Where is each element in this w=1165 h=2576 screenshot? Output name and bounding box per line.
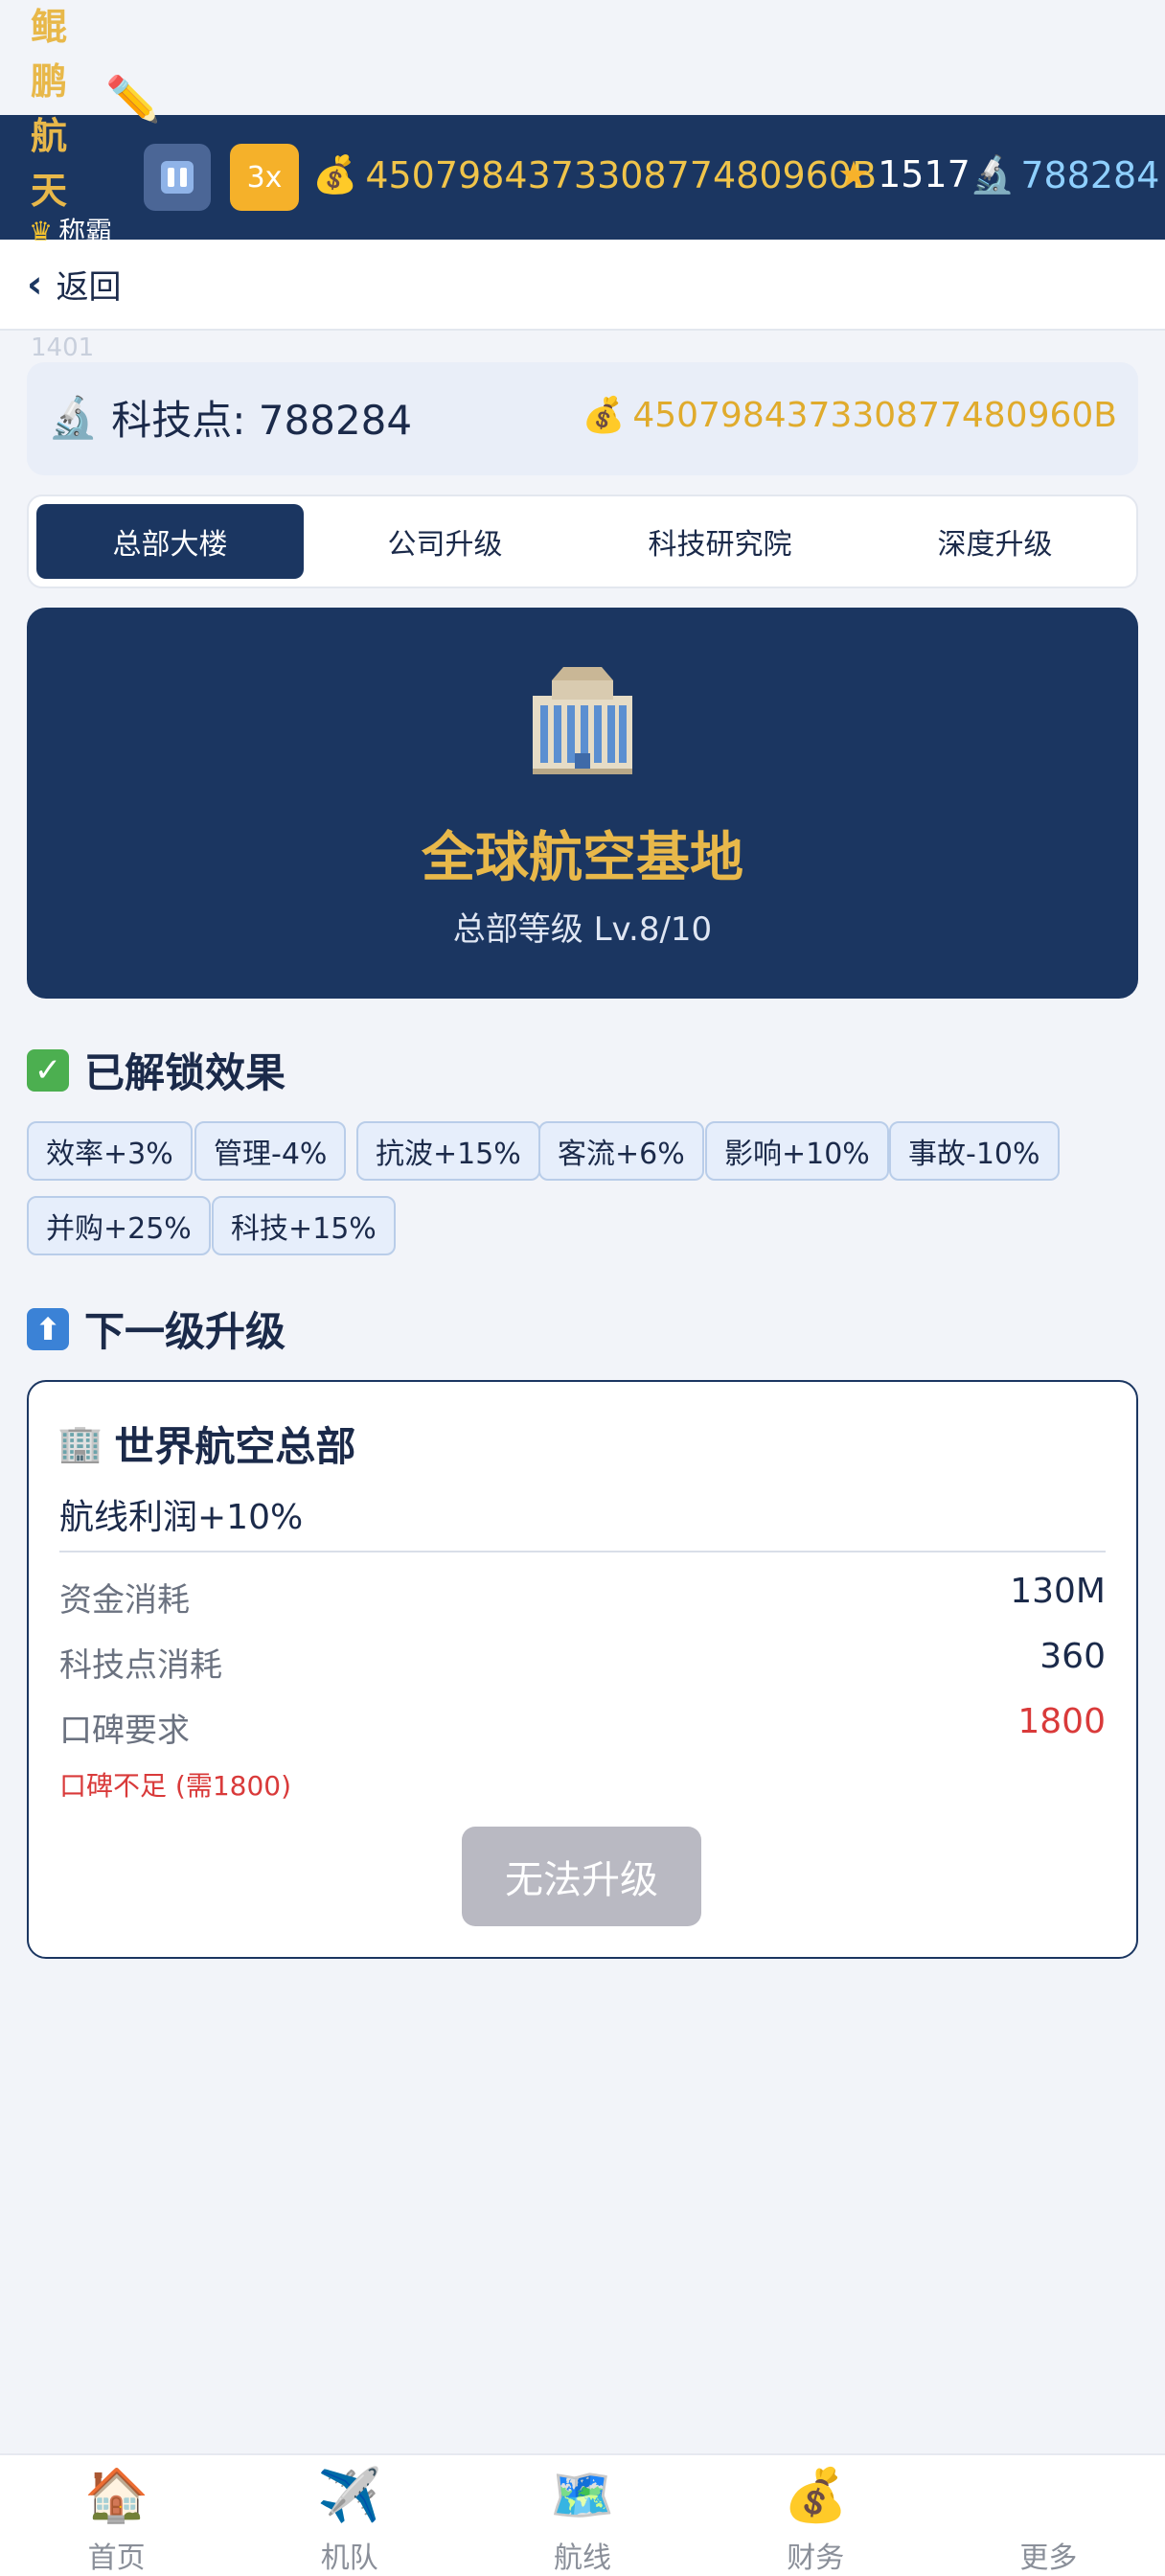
more-icon [1040, 2467, 1057, 2524]
speed-button[interactable]: 3x [230, 144, 299, 211]
arrow-up-icon: ⬆ [27, 1307, 69, 1350]
upgrade-tabs: 总部大楼 公司升级 科技研究院 深度升级 [27, 494, 1138, 588]
nav-label: 机队 [320, 2542, 378, 2575]
effect-chip: 科技+15% [212, 1196, 396, 1255]
stars-display: ★ 1517 [837, 153, 971, 196]
effect-chip: 抗波+15% [356, 1121, 540, 1181]
airplane-icon: ✈️ [317, 2465, 382, 2525]
back-label: 返回 [56, 268, 122, 307]
tab-headquarters[interactable]: 总部大楼 [36, 504, 304, 579]
nav-more[interactable]: 更多 [932, 2455, 1165, 2576]
next-level-name-text: 世界航空总部 [114, 1423, 356, 1470]
faint-number: 1401 [31, 334, 95, 362]
brand-char: 航 [30, 115, 67, 157]
requirement-warning: 口碑不足 (需1800) [59, 1770, 292, 1802]
next-level-title-text: 下一级升级 [84, 1308, 286, 1355]
bottom-nav: 🏠 首页 ✈️ 机队 🗺️ 航线 💰 财务 更多 [0, 2453, 1165, 2576]
cost-value-tech: 360 [1039, 1637, 1106, 1676]
top-spacer [0, 0, 1165, 115]
office-building-icon [533, 667, 632, 774]
nav-home[interactable]: 🏠 首页 [0, 2455, 233, 2576]
pencil-icon[interactable]: ✏️ [105, 73, 160, 126]
tab-tech-institute[interactable]: 科技研究院 [586, 504, 854, 579]
brand-title: 鲲 鹏 航 天 [27, 0, 71, 218]
stars-value: 1517 [878, 153, 971, 196]
tech-display: 🔬 788284 [970, 153, 1159, 196]
money-bag-icon: 💰 [783, 2465, 848, 2525]
unlocked-title-text: 已解锁效果 [84, 1049, 286, 1096]
brand-char: 鹏 [30, 60, 67, 103]
cost-value-funds: 130M [1010, 1572, 1106, 1611]
tech-value: 788284 [1020, 153, 1160, 196]
upgrade-button[interactable]: 无法升级 [462, 1827, 701, 1926]
cost-label-tech: 科技点消耗 [59, 1646, 222, 1685]
crown-icon: ♛ [29, 216, 54, 247]
effect-chip: 管理-4% [194, 1121, 347, 1181]
back-bar [0, 240, 1165, 331]
star-icon: ★ [837, 153, 871, 196]
nav-fleet[interactable]: ✈️ 机队 [233, 2455, 466, 2576]
office-building-icon: 🏢 [57, 1422, 103, 1464]
nav-routes[interactable]: 🗺️ 航线 [466, 2455, 698, 2576]
money-bag-icon: 💰 [582, 396, 626, 435]
house-icon: 🏠 [83, 2465, 149, 2525]
nav-label: 更多 [1019, 2542, 1078, 2575]
requirement-value-reputation: 1800 [1017, 1702, 1106, 1741]
chevron-left-icon: ‹ [27, 262, 43, 307]
tech-points: 🔬 科技点: 788284 [48, 388, 412, 447]
nav-label: 航线 [554, 2542, 611, 2575]
tech-card-money-value: 450798437330877480960B [632, 395, 1117, 435]
tab-deep-upgrade[interactable]: 深度升级 [861, 504, 1129, 579]
unlocked-section-title: ✓ 已解锁效果 [27, 1041, 286, 1099]
brand-char: 鲲 [30, 6, 67, 48]
cost-label-funds: 资金消耗 [59, 1581, 190, 1620]
tech-points-label: 科技点: 788284 [111, 397, 413, 444]
checkmark-icon: ✓ [27, 1048, 69, 1092]
map-icon: 🗺️ [550, 2465, 615, 2525]
nav-label: 财务 [787, 2542, 845, 2575]
tech-card-money: 💰 450798437330877480960B [582, 395, 1117, 436]
next-level-name: 🏢 世界航空总部 [57, 1414, 355, 1473]
pause-icon [161, 161, 194, 194]
money-display: 💰 450798437330877480960B [312, 153, 877, 196]
divider [59, 1551, 1106, 1552]
rank-label: 称霸 [58, 216, 113, 247]
next-level-effect: 航线利润+10% [59, 1498, 304, 1537]
effect-chip: 效率+3% [27, 1121, 193, 1181]
rank-badge: ♛ 称霸 [29, 211, 112, 249]
headquarters-level: 总部等级 Lv.8/10 [452, 910, 713, 949]
tab-company-upgrade[interactable]: 公司升级 [311, 504, 579, 579]
requirement-label-reputation: 口碑要求 [59, 1712, 190, 1750]
back-button[interactable]: ‹ 返回 [27, 261, 121, 308]
money-value: 450798437330877480960B [365, 153, 878, 196]
nav-finance[interactable]: 💰 财务 [699, 2455, 932, 2576]
microscope-icon: 🔬 [48, 393, 99, 441]
headquarters-title: 全球航空基地 [422, 827, 743, 889]
effect-chip: 事故-10% [889, 1121, 1060, 1181]
nav-label: 首页 [87, 2542, 146, 2575]
microscope-icon: 🔬 [970, 153, 1016, 196]
effect-chip: 并购+25% [27, 1196, 211, 1255]
pause-button[interactable] [144, 144, 211, 211]
page: 鲲 鹏 航 天 ✏️ ♛ 称霸 3x 💰 45079843733087748096… [0, 0, 1165, 2576]
effect-chip: 影响+10% [705, 1121, 889, 1181]
money-bag-icon: 💰 [312, 153, 358, 196]
effect-chip: 客流+6% [538, 1121, 704, 1181]
next-level-section-title: ⬆ 下一级升级 [27, 1300, 286, 1358]
